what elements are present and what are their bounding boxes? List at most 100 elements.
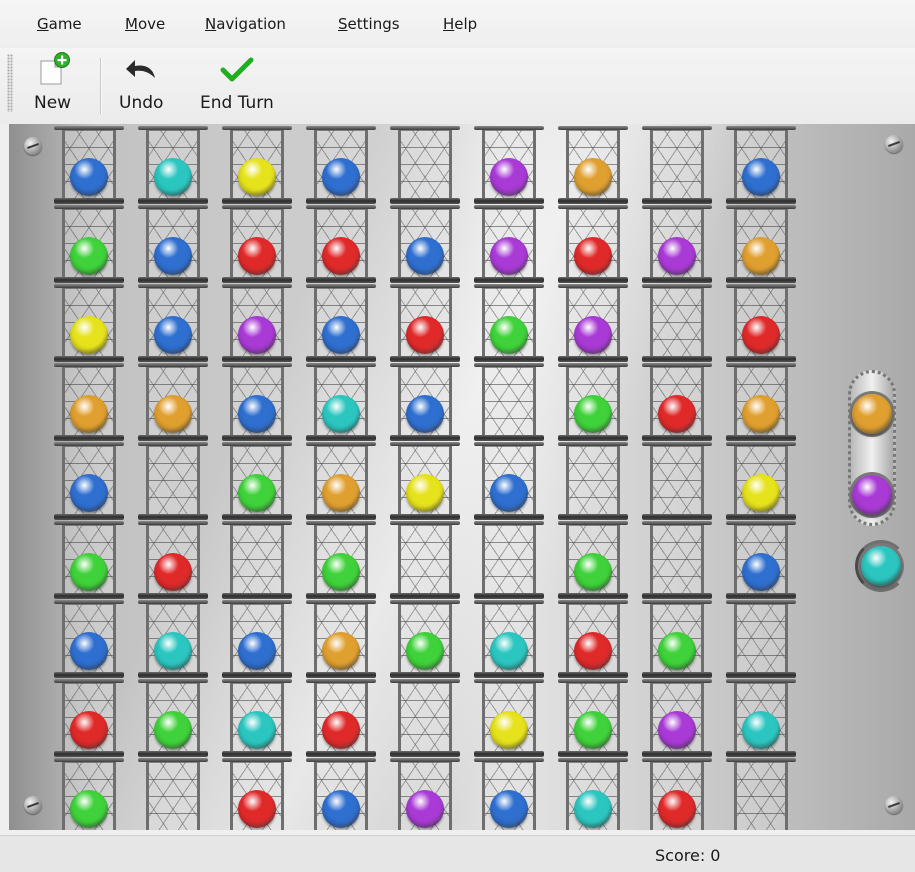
board-cell[interactable] [642,600,712,678]
board-cell[interactable] [474,126,544,204]
board-cell[interactable] [726,205,796,283]
board-cell[interactable] [726,521,796,599]
board-cell[interactable] [138,284,208,362]
ball[interactable] [742,316,780,354]
board-cell[interactable] [642,205,712,283]
board-cell[interactable] [138,363,208,441]
ball[interactable] [658,395,696,433]
ball[interactable] [238,790,276,828]
board-cell[interactable] [306,284,376,362]
board-cell[interactable] [54,442,124,520]
board-cell[interactable] [474,205,544,283]
ball[interactable] [574,316,612,354]
board-cell[interactable] [474,442,544,520]
ball[interactable] [154,237,192,275]
board-cell[interactable] [54,205,124,283]
ball[interactable] [238,711,276,749]
board-cell[interactable] [54,758,124,830]
board-cell[interactable] [306,521,376,599]
ball[interactable] [322,316,360,354]
board-cell[interactable] [642,363,712,441]
ball[interactable] [322,158,360,196]
board-cell[interactable] [138,679,208,757]
board-cell[interactable] [222,521,292,599]
board-cell[interactable] [54,284,124,362]
ball[interactable] [70,790,108,828]
menu-move[interactable]: Move [125,15,165,33]
board-cell[interactable] [642,521,712,599]
ball[interactable] [322,711,360,749]
board-cell[interactable] [642,126,712,204]
ball[interactable] [658,711,696,749]
board-cell[interactable] [726,442,796,520]
board-cell[interactable] [138,600,208,678]
board-cell[interactable] [558,521,628,599]
ball[interactable] [406,316,444,354]
board-cell[interactable] [726,126,796,204]
ball[interactable] [406,474,444,512]
ball[interactable] [490,316,528,354]
board-cell[interactable] [138,205,208,283]
board-cell[interactable] [474,679,544,757]
ball[interactable] [238,237,276,275]
ball[interactable] [742,553,780,591]
board-cell[interactable] [306,442,376,520]
ball[interactable] [322,474,360,512]
ball[interactable] [154,395,192,433]
board-cell[interactable] [306,758,376,830]
ball[interactable] [490,790,528,828]
board-cell[interactable] [306,600,376,678]
game-board[interactable] [9,124,915,830]
ball[interactable] [490,711,528,749]
ball[interactable] [406,395,444,433]
ball[interactable] [70,632,108,670]
board-cell[interactable] [306,363,376,441]
ball[interactable] [238,474,276,512]
ball[interactable] [70,395,108,433]
board-cell[interactable] [642,679,712,757]
toolbar-grip[interactable] [7,54,13,112]
board-cell[interactable] [558,126,628,204]
ball[interactable] [574,553,612,591]
board-cell[interactable] [558,679,628,757]
menu-navigation[interactable]: Navigation [205,15,286,33]
board-cell[interactable] [54,126,124,204]
menu-game[interactable]: Game [37,15,82,33]
board-cell[interactable] [726,363,796,441]
board-cell[interactable] [390,205,460,283]
ball[interactable] [490,237,528,275]
board-cell[interactable] [306,679,376,757]
new-button[interactable]: New [34,52,71,120]
board-cell[interactable] [474,363,544,441]
board-cell[interactable] [558,758,628,830]
ball[interactable] [238,316,276,354]
end-turn-button[interactable]: End Turn [200,52,274,120]
ball[interactable] [574,395,612,433]
ball[interactable] [70,711,108,749]
board-cell[interactable] [222,126,292,204]
board-cell[interactable] [222,205,292,283]
ball[interactable] [742,237,780,275]
board-cell[interactable] [642,284,712,362]
board-cell[interactable] [54,521,124,599]
board-cell[interactable] [222,600,292,678]
ball[interactable] [154,316,192,354]
ball[interactable] [154,553,192,591]
board-cell[interactable] [222,442,292,520]
board-cell[interactable] [306,205,376,283]
ball[interactable] [154,158,192,196]
ball[interactable] [658,237,696,275]
board-cell[interactable] [138,442,208,520]
ball[interactable] [574,790,612,828]
ball[interactable] [238,395,276,433]
board-cell[interactable] [558,600,628,678]
board-cell[interactable] [54,600,124,678]
ball[interactable] [574,632,612,670]
board-cell[interactable] [390,521,460,599]
ball[interactable] [742,158,780,196]
board-cell[interactable] [474,284,544,362]
board-cell[interactable] [222,758,292,830]
ball[interactable] [322,553,360,591]
board-cell[interactable] [390,126,460,204]
board-cell[interactable] [726,758,796,830]
